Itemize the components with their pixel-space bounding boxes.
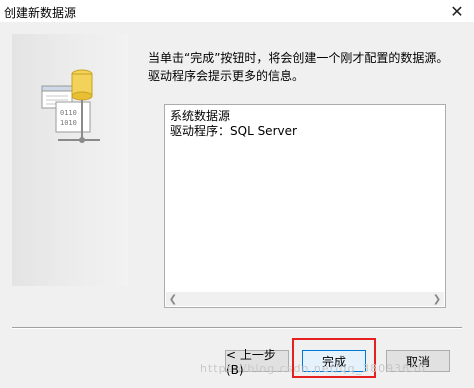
- database-icon: 0110 1010: [41, 69, 100, 143]
- svg-text:1010: 1010: [60, 119, 77, 127]
- scroll-right-arrow-icon[interactable]: ❯: [430, 292, 444, 306]
- close-button[interactable]: ✕: [440, 0, 474, 22]
- summary-content: 系统数据源 驱动程序：SQL Server: [170, 109, 297, 138]
- summary-textbox[interactable]: 系统数据源 驱动程序：SQL Server ❮ ❯: [164, 104, 446, 308]
- svg-text:0110: 0110: [60, 109, 77, 117]
- description-text: 当单击“完成”按钮时，将会创建一个刚才配置的数据源。驱动程序会提示更多的信息。: [148, 51, 449, 83]
- watermark: https://blog.csdn.net/qq_38093650: [200, 362, 427, 375]
- wizard-side-panel: 0110 1010: [12, 34, 128, 286]
- title-bar: 创建新数据源 ✕: [0, 0, 474, 22]
- window-title: 创建新数据源: [4, 6, 77, 20]
- scroll-left-arrow-icon[interactable]: ❮: [166, 292, 180, 306]
- horizontal-scrollbar[interactable]: ❮ ❯: [166, 292, 444, 306]
- separator-line: [12, 327, 462, 329]
